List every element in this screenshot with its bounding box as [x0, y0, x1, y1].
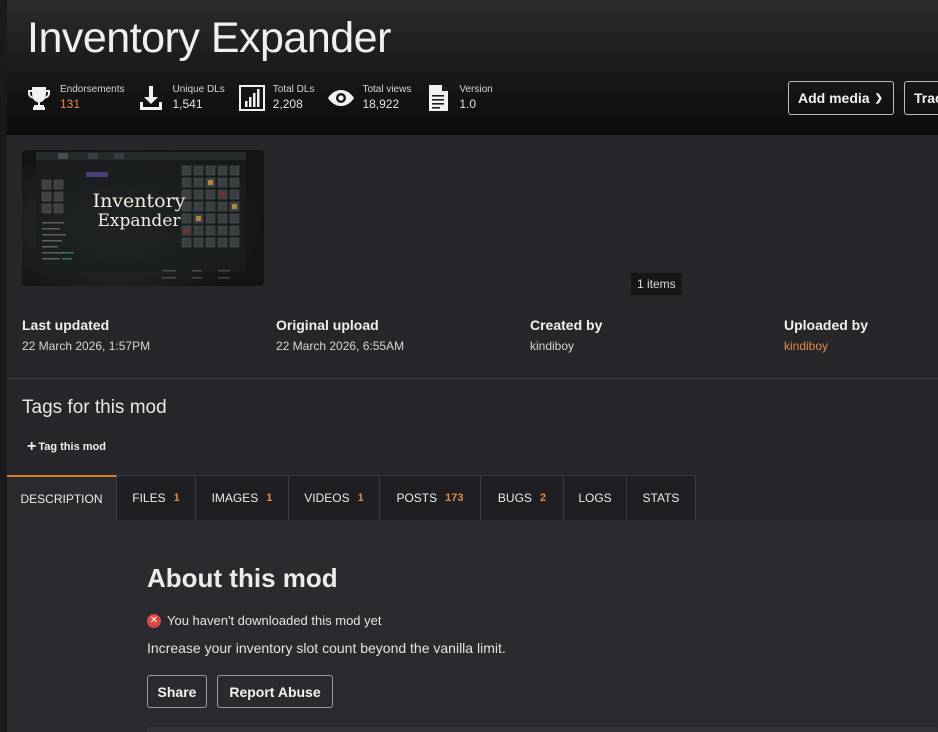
tab-count: 173	[445, 492, 464, 504]
tab-label: Logs	[578, 491, 612, 505]
tab-label: Images	[211, 491, 259, 505]
tab-bugs[interactable]: Bugs 2	[481, 475, 564, 520]
stat-label: Endorsements	[60, 84, 125, 95]
created-by: Created by kindiboy	[530, 317, 602, 353]
trophy-icon	[25, 84, 53, 112]
media-count-badge: 1 items	[631, 273, 682, 295]
breadcrumb	[27, 0, 397, 2]
stat-value: 131	[60, 97, 81, 111]
stat-label: Total DLs	[272, 84, 315, 95]
about-heading: About this mod	[147, 563, 338, 593]
stat-total-dls: Total DLs 2,208	[238, 84, 315, 112]
mod-thumbnail[interactable]: Inventory Expander	[22, 150, 264, 286]
download-icon	[137, 84, 165, 112]
last-updated-value: 22 March 2026, 1:57PM	[22, 339, 151, 353]
download-notice: ✕ You haven't downloaded this mod yet	[147, 613, 382, 628]
tab-videos[interactable]: Videos 1	[289, 475, 380, 520]
tab-label: Posts	[396, 491, 438, 505]
tab-files[interactable]: Files 1	[117, 475, 196, 520]
tag-this-mod-label: Tag this mod	[38, 441, 106, 453]
tab-count: 2	[539, 492, 547, 504]
next-section-edge	[147, 727, 938, 732]
original-upload: Original upload 22 March 2026, 6:55AM	[276, 317, 404, 353]
created-by-value: kindiboy	[530, 339, 575, 353]
last-updated: Last updated 22 March 2026, 1:57PM	[22, 317, 150, 353]
tab-logs[interactable]: Logs	[564, 475, 627, 520]
bar-chart-icon	[238, 84, 266, 112]
tab-posts[interactable]: Posts 173	[380, 475, 481, 520]
tab-description[interactable]: Description	[7, 475, 117, 520]
eye-icon	[327, 84, 355, 112]
chevron-down-icon: ❯	[874, 92, 883, 104]
track-label: Track	[914, 90, 938, 106]
tab-label: Stats	[642, 491, 680, 505]
created-by-label: Created by	[530, 317, 603, 333]
tab-label: Videos	[304, 491, 350, 505]
uploaded-by-label: Uploaded by	[784, 317, 869, 333]
mod-description: Increase your inventory slot count beyon…	[147, 640, 506, 656]
page-title: Inventory Expander	[27, 14, 391, 62]
tab-images[interactable]: Images 1	[196, 475, 289, 520]
stat-label: Total views	[362, 84, 412, 95]
stat-endorsements: Endorsements 131	[25, 84, 124, 112]
stat-label: Version	[459, 84, 493, 95]
mod-tabs: Description Files 1 Images 1 Videos 1 Posts…	[7, 475, 696, 520]
track-button[interactable]: Track	[904, 81, 938, 115]
stat-label: Unique DLs	[172, 84, 225, 95]
stats-bar: Endorsements 131 Unique DLs 1,541 Total …	[25, 84, 506, 112]
section-divider	[7, 378, 938, 379]
add-media-label: Add media	[798, 90, 870, 106]
left-edge	[0, 0, 7, 732]
uploader-link[interactable]: kindiboy	[784, 339, 868, 353]
original-upload-label: Original upload	[276, 317, 379, 333]
tab-count: 1	[357, 492, 364, 504]
error-icon: ✕	[147, 613, 161, 628]
tab-label: Description	[20, 491, 103, 506]
report-abuse-button[interactable]: Report Abuse	[217, 675, 333, 708]
thumbnail-title-line1: Inventory	[93, 190, 186, 212]
tags-heading: Tags for this mod	[22, 397, 167, 418]
last-updated-label: Last updated	[22, 317, 110, 333]
tab-label: Bugs	[497, 491, 532, 505]
plus-icon: +	[27, 438, 37, 455]
stat-value: 1,541	[172, 97, 203, 111]
tab-count: 1	[266, 492, 273, 504]
tab-stats[interactable]: Stats	[627, 475, 696, 520]
stat-value: 1.0	[459, 97, 477, 111]
tab-count: 1	[173, 492, 180, 504]
add-media-button[interactable]: Add media ❯	[788, 81, 894, 115]
document-icon	[424, 84, 452, 112]
stat-total-views: Total views 18,922	[327, 84, 411, 112]
tag-this-mod-button[interactable]: + Tag this mod	[27, 438, 106, 455]
share-button[interactable]: Share	[147, 675, 207, 708]
stat-value: 2,208	[272, 97, 303, 111]
stat-value: 18,922	[362, 97, 400, 111]
original-upload-value: 22 March 2026, 6:55AM	[276, 339, 405, 353]
download-notice-text: You haven't downloaded this mod yet	[167, 613, 382, 628]
thumbnail-title-line2: Expander	[97, 211, 181, 231]
tab-label: Files	[132, 491, 166, 505]
mod-header: Inventory Expander Endorsements 131 Uniq…	[7, 0, 938, 135]
uploaded-by: Uploaded by kindiboy	[784, 317, 868, 353]
stat-unique-dls: Unique DLs 1,541	[137, 84, 225, 112]
stat-version: Version 1.0	[424, 84, 493, 112]
